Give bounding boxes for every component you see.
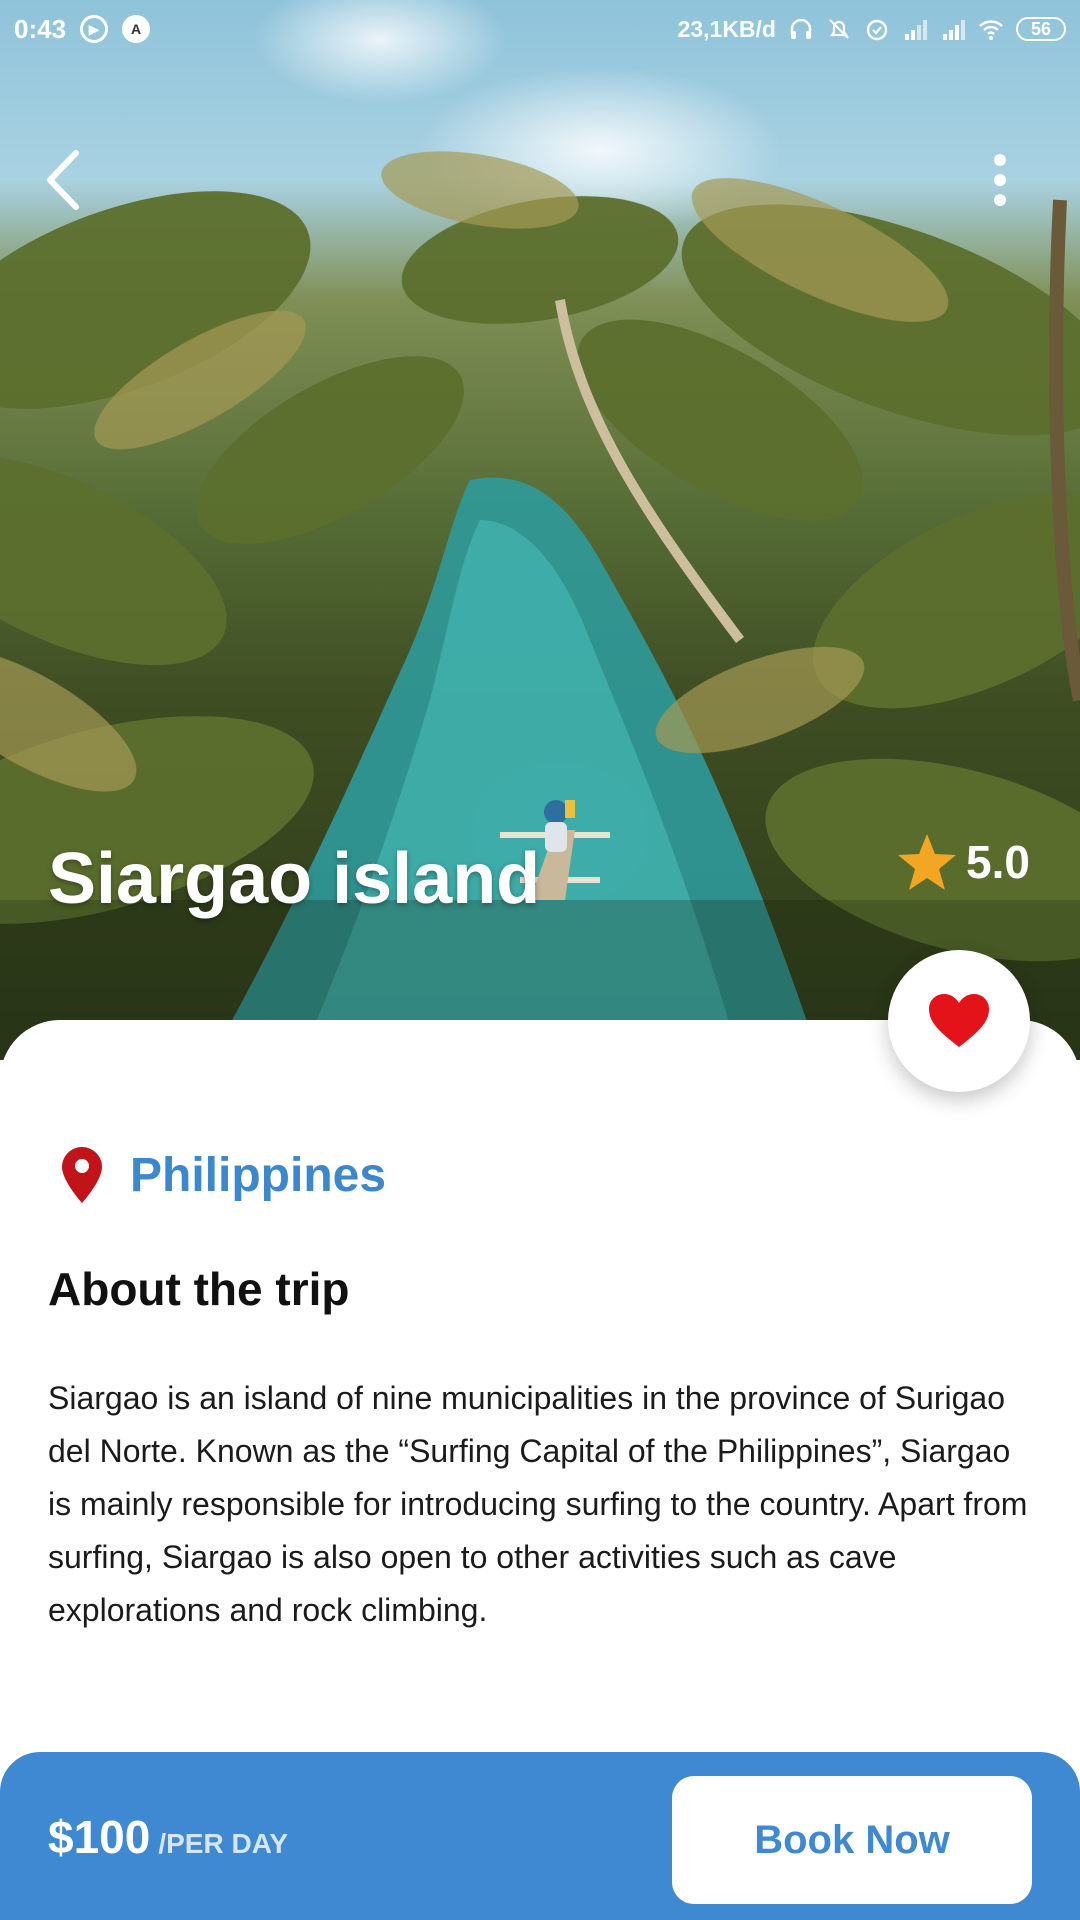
battery-indicator: 56 <box>1016 17 1066 41</box>
star-icon <box>898 834 956 890</box>
status-bar: 0:43 ▶ A 23,1KB/d 56 <box>0 0 1080 58</box>
about-title: About the trip <box>48 1263 350 1315</box>
about-description: Siargao is an island of nine municipalit… <box>48 1380 1028 1628</box>
price-amount: $100 <box>48 1811 151 1863</box>
alarm-icon <box>866 19 888 41</box>
media-icon: ▶ <box>80 15 109 43</box>
hero-image: 0:43 ▶ A 23,1KB/d 56 Siargao island 5.0 <box>0 0 1080 1060</box>
app-notification-icon: A <box>122 15 151 43</box>
network-speed: 23,1KB/d <box>677 15 776 42</box>
location-name[interactable]: Philippines <box>130 1148 386 1203</box>
headphones-icon <box>790 18 812 39</box>
rating-value: 5.0 <box>966 836 1030 888</box>
back-button[interactable] <box>40 145 90 215</box>
heart-icon <box>929 994 989 1047</box>
bell-off-icon <box>829 19 849 39</box>
location: Philippines <box>60 1145 386 1205</box>
map-pin-icon <box>62 1147 102 1203</box>
book-now-button[interactable]: Book Now <box>672 1776 1032 1904</box>
rating: 5.0 <box>896 832 1030 892</box>
wifi-icon <box>979 20 1003 40</box>
status-time: 0:43 <box>14 13 67 44</box>
destination-title: Siargao island <box>48 839 541 919</box>
price-unit: /PER DAY <box>158 1828 289 1859</box>
price: $100 /PER DAY <box>48 1810 288 1864</box>
signal-icon <box>905 20 927 40</box>
signal-icon-2 <box>943 20 965 40</box>
favorite-button[interactable] <box>888 950 1030 1092</box>
more-options-button[interactable] <box>985 150 1015 210</box>
